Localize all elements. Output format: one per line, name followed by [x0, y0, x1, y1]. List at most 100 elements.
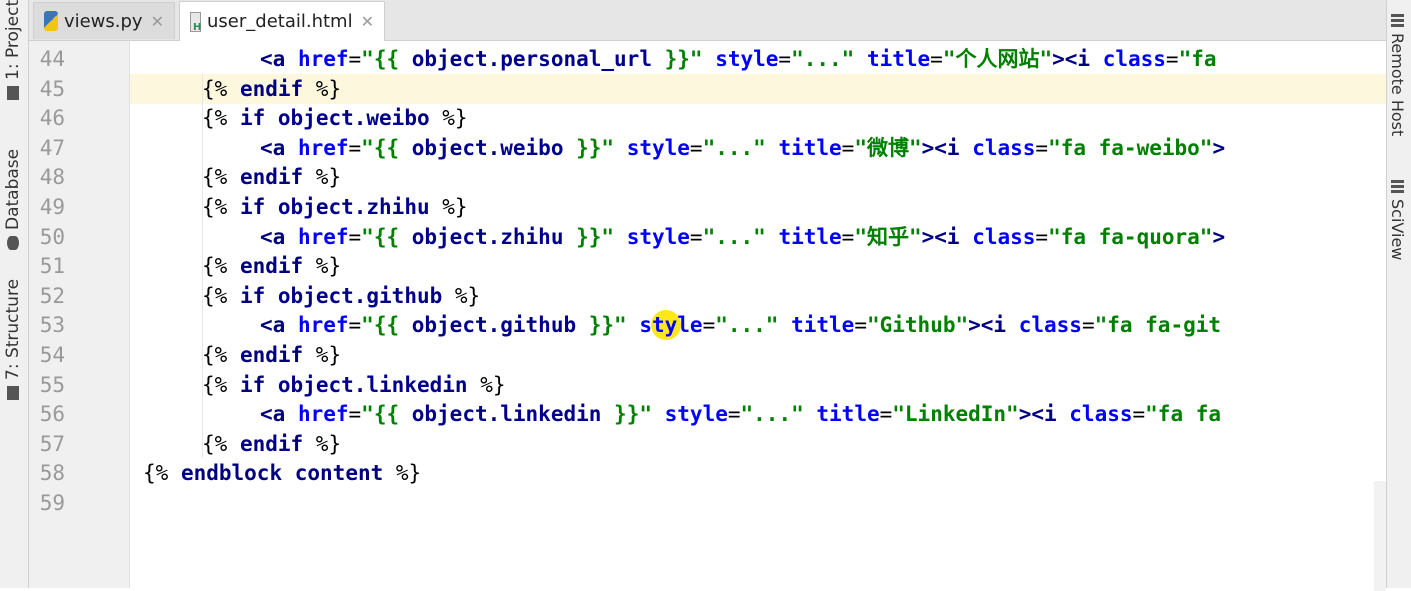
sciview-tab-label: SciView — [1388, 199, 1407, 261]
code-token: "..." — [740, 402, 804, 427]
code-token: endblock — [180, 461, 283, 486]
editor-tabs-bar: views.py ✕ user_detail.html ✕ — [29, 0, 1386, 41]
database-tool-tab[interactable]: Database — [3, 149, 23, 250]
code-token: title — [816, 402, 880, 427]
code-token: ><i — [968, 313, 1019, 338]
code-token: "fa — [1178, 47, 1217, 71]
code-token: title — [791, 313, 855, 338]
code-text-area[interactable]: <a href="{{ object.personal_url }}" styl… — [130, 41, 1386, 588]
code-token: object.weibo — [277, 106, 430, 131]
code-token: = — [702, 313, 716, 338]
code-text: {% endif %} — [202, 162, 341, 192]
code-token: "..." — [791, 47, 855, 71]
html-file-icon — [190, 11, 201, 33]
line-number: 51 — [39, 254, 65, 279]
code-text: <a href="{{ object.github }}" style="...… — [260, 310, 1221, 340]
code-token: "{{ — [361, 402, 412, 427]
code-token: object.zhihu — [277, 195, 430, 219]
code-token: class — [1102, 47, 1166, 71]
remote-host-tool-tab[interactable]: Remote Host — [1388, 14, 1407, 136]
line-number: 54 — [39, 343, 65, 367]
code-text: {% endif %} — [202, 74, 341, 104]
project-tool-tab[interactable]: 1: Project — [3, 0, 23, 100]
code-token: ><i — [1052, 47, 1103, 71]
code-token: class — [1018, 313, 1082, 338]
code-token: ><i — [921, 224, 973, 249]
code-token: <a — [260, 224, 298, 249]
line-number: 52 — [39, 283, 65, 308]
code-token: = — [348, 402, 362, 427]
line-number: 45 — [39, 76, 65, 101]
right-tool-strip: Remote Host SciView — [1386, 0, 1411, 588]
code-editor[interactable]: 44 45 46 47 48 49 50 51 52 53 54 55 56 57 58 59 <a href… — [29, 41, 1386, 591]
code-token: %} — [303, 76, 342, 101]
code-token: style — [639, 313, 703, 338]
code-token: {% — [202, 254, 240, 279]
code-token: %} — [429, 106, 468, 131]
code-token: object.github — [277, 283, 443, 308]
code-token: title — [866, 47, 931, 71]
code-text: {% if object.weibo %} — [202, 103, 468, 133]
close-icon[interactable]: ✕ — [361, 12, 374, 31]
structure-tool-tab[interactable]: 7: Structure — [3, 279, 23, 400]
code-token: {% — [202, 372, 240, 397]
code-token: = — [348, 224, 362, 249]
code-token: = — [841, 135, 855, 160]
tab-user-detail-html[interactable]: user_detail.html ✕ — [179, 1, 385, 41]
code-token: object.weibo — [411, 135, 564, 160]
code-text: {% endblock content %} — [143, 458, 421, 488]
code-token: object.linkedin — [277, 372, 468, 397]
code-token: > — [1212, 135, 1226, 160]
code-token: %} — [303, 165, 342, 190]
code-token: {% — [202, 431, 240, 456]
code-token: "个人网站" — [942, 47, 1053, 71]
code-token: "{{ — [361, 135, 412, 160]
code-text: {% if object.github %} — [202, 281, 480, 311]
code-token: > — [1212, 224, 1226, 249]
code-text: {% endif %} — [202, 251, 341, 281]
line-number: 56 — [39, 402, 65, 427]
code-text: {% endif %} — [202, 340, 341, 370]
line-number: 49 — [39, 195, 65, 219]
line-number-gutter: 44 45 46 47 48 49 50 51 52 53 54 55 56 57 58 59 — [29, 41, 130, 588]
code-token: "fa fa-weibo" — [1048, 135, 1213, 160]
code-token: style — [626, 224, 690, 249]
code-token: {% — [202, 106, 240, 131]
code-token: = — [727, 402, 741, 427]
code-token: "fa fa-git — [1094, 313, 1222, 338]
code-token: title — [778, 224, 842, 249]
line-number: 58 — [39, 461, 65, 486]
close-icon[interactable]: ✕ — [151, 12, 164, 31]
line-number: 44 — [39, 47, 65, 71]
code-token: "Github" — [866, 313, 969, 338]
code-token: }}" — [563, 224, 615, 249]
code-token: = — [348, 47, 362, 71]
code-text: <a href="{{ object.weibo }}" style="..."… — [260, 133, 1225, 163]
code-token: {% — [202, 165, 240, 190]
code-token: = — [689, 224, 703, 249]
line-number: 46 — [39, 106, 65, 131]
vertical-scrollbar[interactable] — [1374, 481, 1386, 591]
code-token: = — [841, 224, 855, 249]
code-token: }}" — [576, 313, 627, 338]
tab-views-py[interactable]: views.py ✕ — [33, 2, 175, 39]
code-token: = — [348, 135, 362, 160]
code-token: href — [297, 224, 349, 249]
code-token: "fa fa-quora" — [1048, 224, 1213, 249]
code-token: "知乎" — [854, 224, 922, 249]
line-number: 47 — [39, 135, 65, 160]
code-token: {% — [143, 461, 181, 486]
code-token: %} — [303, 343, 342, 367]
sciview-icon — [1391, 180, 1404, 193]
sciview-tool-tab[interactable]: SciView — [1388, 180, 1407, 260]
code-token: endif — [239, 165, 304, 190]
